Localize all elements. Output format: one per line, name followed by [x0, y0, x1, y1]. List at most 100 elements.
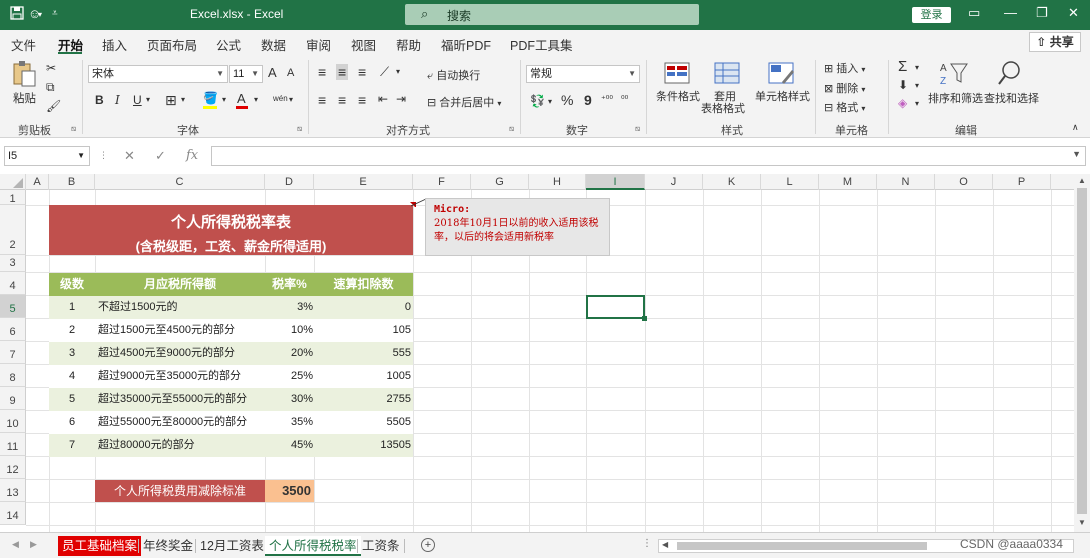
paste-button[interactable]: 粘贴: [11, 60, 41, 106]
range-cell[interactable]: 超过55000元至80000元的部分: [98, 411, 263, 434]
row-header-2[interactable]: 2: [0, 205, 26, 255]
customize-toolbar-icon[interactable]: ⩡: [52, 8, 58, 19]
column-header-k[interactable]: K: [703, 174, 761, 190]
fill-handle[interactable]: [642, 316, 647, 321]
header-income-range[interactable]: 月应税所得额: [95, 273, 265, 296]
clear-icon[interactable]: ◈: [898, 96, 907, 110]
name-box[interactable]: I5 ▼: [4, 146, 90, 166]
range-cell[interactable]: 超过4500元至9000元的部分: [98, 342, 263, 365]
autosum-icon[interactable]: Σ: [898, 58, 907, 75]
align-left-icon[interactable]: ≡: [318, 92, 326, 108]
column-header-i[interactable]: I: [586, 174, 645, 190]
maximize-icon[interactable]: ❐: [1036, 5, 1048, 21]
underline-button[interactable]: U: [133, 93, 142, 107]
row-header-11[interactable]: 11: [0, 433, 26, 456]
tab-file[interactable]: 文件: [11, 35, 36, 54]
delete-cells-button[interactable]: ⊠ 删除 ▾: [824, 80, 865, 96]
login-button[interactable]: 登录: [912, 7, 951, 23]
align-bottom-icon[interactable]: ≡: [358, 64, 366, 80]
rate-cell[interactable]: 20%: [265, 342, 313, 365]
number-launcher-icon[interactable]: ⧅: [635, 124, 640, 134]
borders-icon[interactable]: ⊞: [165, 92, 177, 109]
format-as-table-button[interactable]: 套用 表格格式: [700, 62, 746, 118]
scrollbar-thumb[interactable]: [1077, 188, 1087, 514]
rate-cell[interactable]: 3%: [265, 296, 313, 319]
header-rate[interactable]: 税率%: [265, 273, 314, 296]
deduction-cell[interactable]: 555: [314, 342, 411, 365]
tab-foxit-pdf[interactable]: 福昕PDF: [441, 35, 491, 54]
formula-input[interactable]: ▼: [211, 146, 1086, 166]
decrease-decimal-icon[interactable]: ⁰⁰: [621, 94, 628, 105]
number-format-dropdown[interactable]: 常规 ▼: [526, 65, 640, 83]
level-cell[interactable]: 4: [49, 365, 95, 388]
font-color-icon[interactable]: A: [237, 91, 246, 106]
chevron-down-icon[interactable]: ▾: [289, 95, 293, 104]
tab-help[interactable]: 帮助: [396, 35, 421, 54]
align-top-icon[interactable]: ≡: [318, 64, 326, 80]
row-header-7[interactable]: 7: [0, 341, 26, 364]
row-header-4[interactable]: 4: [0, 272, 26, 295]
column-header-a[interactable]: A: [26, 174, 49, 190]
level-cell[interactable]: 1: [49, 296, 95, 319]
accounting-format-icon[interactable]: 💱: [530, 94, 545, 108]
column-header-e[interactable]: E: [314, 174, 413, 190]
add-sheet-button[interactable]: +: [421, 538, 435, 552]
deduction-cell[interactable]: 0: [314, 296, 411, 319]
deduction-standard-label[interactable]: 个人所得税费用减除标准: [95, 480, 265, 502]
align-middle-icon[interactable]: ≡: [336, 64, 349, 80]
tab-page-layout[interactable]: 页面布局: [147, 35, 197, 54]
row-header-8[interactable]: 8: [0, 364, 26, 387]
sheet-tab-employee-records[interactable]: 员工基础档案: [58, 536, 142, 556]
cell-styles-button[interactable]: 单元格样式: [754, 62, 810, 108]
column-header-n[interactable]: N: [877, 174, 935, 190]
chevron-down-icon[interactable]: ▾: [548, 97, 552, 106]
share-button[interactable]: ⇧ 共享: [1029, 32, 1081, 52]
save-icon[interactable]: [10, 6, 24, 23]
chevron-down-icon[interactable]: ▾: [181, 95, 185, 104]
deduction-cell[interactable]: 105: [314, 319, 411, 342]
deduction-standard-value[interactable]: 3500: [265, 480, 314, 502]
scroll-down-icon[interactable]: ▼: [1078, 518, 1086, 527]
percent-button[interactable]: %: [561, 92, 573, 108]
collapse-ribbon-icon[interactable]: ∧: [1072, 122, 1079, 133]
minimize-icon[interactable]: —: [1004, 5, 1017, 20]
rate-cell[interactable]: 10%: [265, 319, 313, 342]
wrap-text-button[interactable]: ⤶ 自动换行: [427, 67, 480, 83]
phonetic-icon[interactable]: wén: [273, 94, 288, 103]
range-cell[interactable]: 超过35000元至55000元的部分: [98, 388, 263, 411]
worksheet-grid[interactable]: A B C D E F G H I J K L M N O P 1 2 3 4 …: [0, 174, 1074, 532]
tab-insert[interactable]: 插入: [102, 35, 127, 54]
chevron-down-icon[interactable]: ▾: [146, 95, 150, 104]
sort-filter-button[interactable]: AZ 排序和筛选: [927, 60, 983, 106]
search-box[interactable]: ⌕ 搜索: [405, 4, 699, 25]
row-header-13[interactable]: 13: [0, 479, 26, 502]
column-header-o[interactable]: O: [935, 174, 993, 190]
expand-formula-icon[interactable]: ▼: [1072, 149, 1081, 159]
merge-center-button[interactable]: ⊟ 合并后居中 ▾: [427, 94, 501, 110]
decrease-indent-icon[interactable]: ⇤: [378, 92, 388, 106]
find-select-button[interactable]: 查找和选择: [983, 60, 1039, 106]
copy-icon[interactable]: ⧉: [46, 80, 55, 95]
column-header-p[interactable]: P: [993, 174, 1051, 190]
fill-icon[interactable]: ⬇: [898, 78, 908, 92]
sheet-tab-payslip[interactable]: 工资条: [358, 536, 404, 556]
column-header-g[interactable]: G: [471, 174, 529, 190]
column-header-l[interactable]: L: [761, 174, 819, 190]
select-all-corner[interactable]: [0, 174, 26, 190]
sheet-tab-income-tax-rate[interactable]: 个人所得税税率: [265, 536, 361, 556]
conditional-format-button[interactable]: 条件格式: [654, 62, 700, 108]
column-header-h[interactable]: H: [529, 174, 586, 190]
align-center-icon[interactable]: ≡: [338, 92, 346, 108]
header-level[interactable]: 级数: [49, 273, 95, 296]
align-right-icon[interactable]: ≡: [358, 92, 366, 108]
cell-comment[interactable]: Micro: 2018年10月1日以前的收入适用该税率，以后的将会适用新税率: [425, 198, 610, 256]
tab-data[interactable]: 数据: [261, 35, 286, 54]
deduction-cell[interactable]: 13505: [314, 434, 411, 457]
font-launcher-icon[interactable]: ⧅: [297, 124, 302, 134]
row-header-14[interactable]: 14: [0, 502, 26, 525]
row-header-10[interactable]: 10: [0, 410, 26, 433]
tab-review[interactable]: 审阅: [306, 35, 331, 54]
level-cell[interactable]: 2: [49, 319, 95, 342]
column-header-b[interactable]: B: [49, 174, 95, 190]
tab-view[interactable]: 视图: [351, 35, 376, 54]
